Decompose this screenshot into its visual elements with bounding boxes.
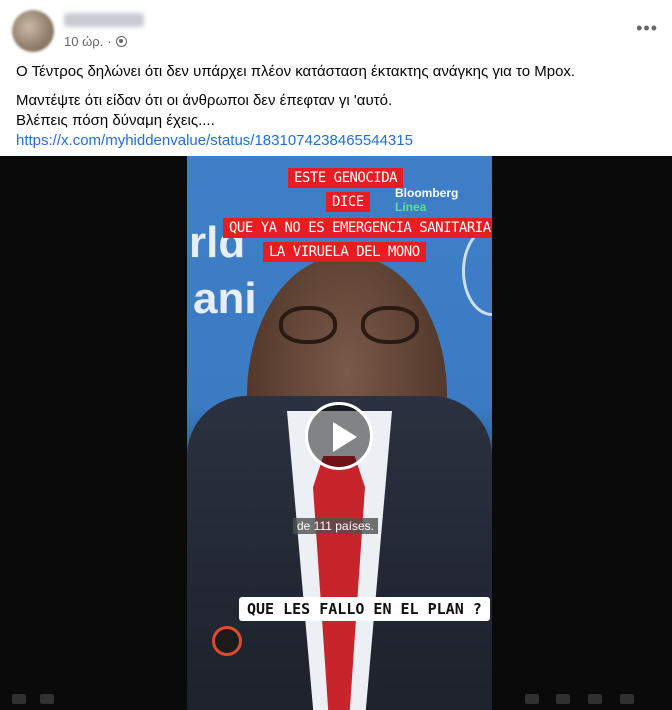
caption-line: DICE bbox=[326, 192, 370, 212]
subtitle-small: de 111 países. bbox=[293, 518, 378, 534]
post-link[interactable]: https://x.com/myhiddenvalue/status/18310… bbox=[16, 132, 413, 149]
author-name-blurred[interactable] bbox=[64, 13, 144, 27]
play-icon bbox=[333, 422, 357, 452]
speaker-glasses bbox=[279, 306, 419, 346]
post-header: 10 ώρ. · ••• bbox=[0, 0, 672, 60]
more-options-button[interactable]: ••• bbox=[636, 18, 658, 39]
author-avatar[interactable] bbox=[12, 10, 54, 52]
subtitle-big: QUE LES FALLO EN EL PLAN ? bbox=[239, 597, 490, 621]
video-player[interactable]: rld ani Bloomberg Línea ESTE GENOCIDA DI… bbox=[0, 156, 672, 710]
microphone-icon bbox=[212, 626, 242, 656]
caption-line: LA VIRUELA DEL MONO bbox=[263, 242, 426, 262]
caption-line: ESTE GENOCIDA bbox=[288, 168, 404, 188]
bloomberg-watermark: Bloomberg Línea bbox=[395, 186, 459, 214]
play-button[interactable] bbox=[305, 402, 373, 470]
background-banner-text: ani bbox=[193, 274, 257, 323]
post-meta: 10 ώρ. · bbox=[64, 34, 127, 49]
post-timestamp[interactable]: 10 ώρ. bbox=[64, 34, 103, 49]
caption-line: QUE YA NO ES EMERGENCIA SANITARIA bbox=[223, 218, 492, 238]
video-controls-faded bbox=[0, 686, 672, 710]
post-text-line-2: Μαντέψτε ότι είδαν ότι οι άνθρωποι δεν έ… bbox=[16, 92, 393, 109]
post-body: Ο Τέντρος δηλώνει ότι δεν υπάρχει πλέον … bbox=[16, 62, 656, 151]
un-emblem-icon bbox=[462, 226, 492, 316]
post-text-line-3: Βλέπεις πόση δύναμη έχεις.... bbox=[16, 112, 215, 129]
globe-icon bbox=[115, 36, 127, 47]
post-text-line-1: Ο Τέντρος δηλώνει ότι δεν υπάρχει πλέον … bbox=[16, 63, 576, 80]
